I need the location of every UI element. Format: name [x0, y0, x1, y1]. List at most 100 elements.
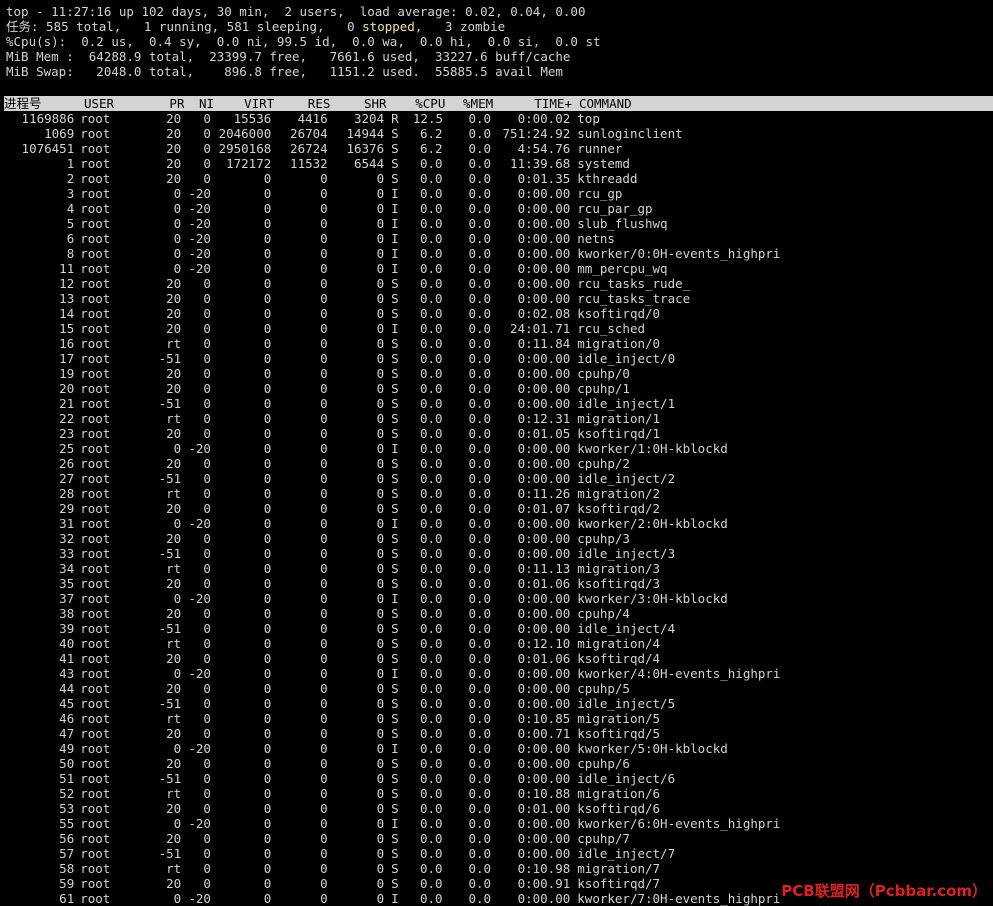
cell-cpu: 0.0: [420, 246, 443, 261]
process-row: 25 root 0 -20 0 0 0 I 0.0 0.0 0:00.00 kworker/1:0H-…: [0, 441, 993, 456]
cell-pr: 20: [166, 321, 182, 336]
cell-user: root: [80, 426, 111, 441]
cell-user: root: [80, 396, 111, 411]
cell-mem: 0.0: [468, 126, 492, 141]
cell-pr: -51: [158, 771, 182, 786]
cell-pid: 33: [59, 546, 75, 561]
cell-cpu: 0.0: [420, 411, 443, 426]
cell-user: root: [80, 231, 111, 246]
cell-ni: 0: [203, 471, 211, 486]
cell-pid: 59: [59, 876, 75, 891]
cell-res: 11532: [290, 156, 328, 171]
cell-pid: 11: [59, 261, 75, 276]
cell-ni: 0: [203, 111, 211, 126]
cell-mem: 0.0: [468, 786, 492, 801]
cell-state: S: [391, 411, 399, 426]
cell-pid: 37: [59, 591, 75, 606]
cell-state: S: [391, 336, 399, 351]
cell-pr: 20: [166, 306, 182, 321]
cell-pid: 61: [59, 891, 75, 906]
cell-pid: 13: [59, 291, 75, 306]
cell-pid: 2: [66, 171, 75, 186]
cell-command: kworker/4:0H-events_highpri: [577, 666, 781, 681]
cell-virt: 0: [263, 456, 272, 471]
cell-pid: 26: [59, 456, 75, 471]
cell-ni: 0: [203, 426, 211, 441]
summary-swap-line: MiB Swap: 2048.0 total, 896.8 free, 1151…: [6, 64, 563, 79]
cell-time: 0:00.00: [517, 381, 571, 396]
cell-virt: 0: [263, 591, 272, 606]
cell-command: migration/3: [577, 561, 661, 576]
cell-command: cpuhp/0: [577, 366, 630, 381]
process-row: 13 root 20 0 0 0 0 S 0.0 0.0 0:00.00 rcu_tasks_trac…: [0, 291, 993, 306]
process-row: 6 root 0 -20 0 0 0 I 0.0 0.0 0:00.00 netns: [0, 231, 993, 246]
cell-virt: 0: [263, 396, 272, 411]
cell-ni: -20: [188, 741, 211, 756]
cell-cpu: 0.0: [420, 576, 443, 591]
cell-time: 0:00.00: [517, 186, 571, 201]
cell-res: 4416: [297, 111, 328, 126]
cell-shr: 0: [376, 561, 385, 576]
cell-state: I: [391, 666, 399, 681]
cell-pid: 19: [59, 366, 75, 381]
cell-pr: 0: [173, 816, 182, 831]
cell-command: idle_inject/5: [577, 696, 676, 711]
cell-pid: 50: [59, 756, 75, 771]
cell-pr: 0: [173, 741, 182, 756]
cell-cpu: 0.0: [420, 726, 443, 741]
cell-mem: 0.0: [468, 771, 492, 786]
cell-pr: rt: [166, 786, 182, 801]
cell-pid: 1: [66, 156, 75, 171]
cell-ni: 0: [203, 351, 211, 366]
cell-ni: 0: [203, 636, 211, 651]
cell-state: I: [391, 201, 399, 216]
cell-ni: 0: [203, 606, 211, 621]
cell-pr: -51: [158, 546, 182, 561]
process-row: 28 root rt 0 0 0 0 S 0.0 0.0 0:11.26 migration/2: [0, 486, 993, 501]
cell-time: 0:00.00: [517, 246, 571, 261]
cell-command: idle_inject/3: [577, 546, 676, 561]
cell-pid: 5: [66, 216, 75, 231]
cell-mem: 0.0: [468, 561, 492, 576]
cell-res: 0: [320, 351, 328, 366]
cell-ni: -20: [188, 216, 211, 231]
header-user: USER: [83, 96, 115, 111]
cell-shr: 0: [376, 501, 385, 516]
cell-time: 0:00.00: [517, 696, 571, 711]
cell-time: 0:12.10: [517, 636, 571, 651]
cell-user: root: [80, 471, 111, 486]
cell-command: migration/2: [577, 486, 661, 501]
cell-time: 0:00.00: [517, 291, 571, 306]
process-row: 44 root 20 0 0 0 0 S 0.0 0.0 0:00.00 cpuhp/5: [0, 681, 993, 696]
cell-cpu: 0.0: [420, 366, 443, 381]
cell-time: 0:00.02: [517, 111, 571, 126]
cell-pr: 20: [166, 501, 182, 516]
cell-time: 0:02.08: [517, 306, 571, 321]
cell-shr: 0: [376, 846, 385, 861]
cell-user: root: [80, 651, 111, 666]
cell-res: 0: [320, 501, 328, 516]
cell-virt: 0: [263, 891, 272, 906]
cell-cpu: 0.0: [420, 606, 443, 621]
cell-user: root: [80, 771, 111, 786]
cell-shr: 0: [376, 171, 385, 186]
terminal-window[interactable]: top - 11:27:16 up 102 days, 30 min, 2 us…: [0, 0, 993, 906]
cell-state: S: [391, 531, 399, 546]
cell-command: rcu_tasks_rude_: [577, 276, 691, 291]
cell-user: root: [80, 486, 111, 501]
cell-state: S: [391, 171, 399, 186]
cell-command: rcu_tasks_trace: [577, 291, 691, 306]
cell-command: slub_flushwq: [577, 216, 668, 231]
cell-res: 0: [320, 651, 328, 666]
cell-time: 24:01.71: [510, 321, 571, 336]
cell-command: idle_inject/4: [577, 621, 676, 636]
cell-cpu: 0.0: [420, 171, 443, 186]
cell-pid: 47: [59, 726, 75, 741]
cell-pid: 20: [59, 381, 75, 396]
cell-time: 0:11.26: [517, 486, 571, 501]
process-row: 1 root 20 0 172172 11532 6544 S 0.0 0.0 11:39.68 sy…: [0, 156, 993, 171]
cell-pid: 31: [59, 516, 75, 531]
cell-mem: 0.0: [468, 831, 492, 846]
cell-mem: 0.0: [468, 621, 492, 636]
cell-mem: 0.0: [468, 591, 492, 606]
